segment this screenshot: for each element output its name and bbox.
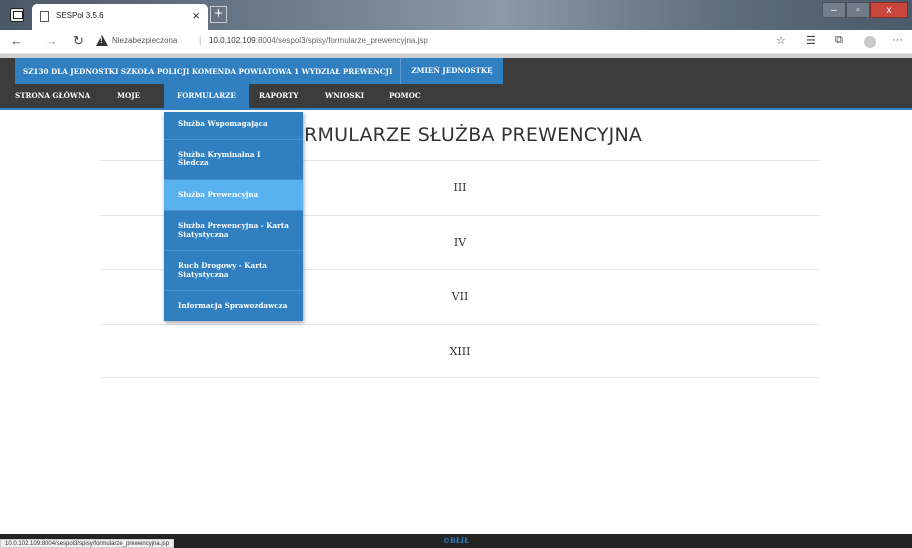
refresh-icon[interactable]: ↻ [73, 33, 84, 49]
new-tab-button[interactable]: + [210, 6, 227, 23]
browser-titlebar: SESPol 3.5.6 × + – ▫ x [0, 0, 912, 30]
address-bar: ← → ↻ Niezabezpieczona | 10.0.102.109:80… [0, 30, 912, 54]
favorites-icon[interactable]: ☰ [806, 34, 816, 47]
security-label[interactable]: Niezabezpieczona [112, 36, 177, 45]
read-aloud-icon[interactable]: ☆ [776, 34, 786, 47]
window-icon[interactable] [10, 8, 24, 22]
window-controls: – ▫ x [822, 2, 908, 18]
more-icon[interactable]: ··· [892, 34, 903, 46]
forward-arrow-icon[interactable]: → [45, 33, 58, 48]
profile-avatar[interactable] [864, 36, 876, 48]
tab-title: SESPol 3.5.6 [56, 11, 104, 20]
browser-tab[interactable]: SESPol 3.5.6 × [32, 4, 208, 30]
collections-icon[interactable]: ⧉ [835, 34, 843, 47]
unit-box: SZ130 DLA JEDNOSTKI SZKOŁA POLICJI KOMEN… [15, 58, 503, 84]
nav-item-help[interactable]: POMOC [389, 84, 421, 108]
dropdown-item-support-service[interactable]: Służba Wspomagająca [164, 112, 303, 140]
dropdown-item-prevention-stat-card[interactable]: Służba Prewencyjna - Karta Statystyczna [164, 211, 303, 251]
url-host: 10.0.102.109 [209, 36, 256, 45]
tab-close-icon[interactable]: × [192, 8, 200, 23]
warning-icon[interactable] [96, 35, 108, 46]
dropdown-item-report-info[interactable]: Informacja Sprawozdawcza [164, 291, 303, 321]
list-item[interactable]: XIII [100, 323, 820, 378]
unit-name: SZ130 DLA JEDNOSTKI SZKOŁA POLICJI KOMEN… [23, 66, 393, 76]
main-nav: STRONA GŁÓWNA MOJE FORMULARZE RAPORTY WN… [0, 84, 912, 110]
url-input[interactable]: 10.0.102.109:8004/sespol3/spisy/formular… [209, 36, 428, 45]
page-icon [40, 11, 49, 22]
address-separator: | [199, 35, 202, 45]
unit-bar: SZ130 DLA JEDNOSTKI SZKOŁA POLICJI KOMEN… [0, 58, 912, 84]
maximize-button[interactable]: ▫ [846, 2, 870, 18]
nav-item-home[interactable]: STRONA GŁÓWNA [15, 84, 90, 108]
nav-item-my[interactable]: MOJE [117, 84, 140, 108]
nav-item-reports[interactable]: RAPORTY [259, 84, 299, 108]
dropdown-item-prevention-service[interactable]: Służba Prewencyjna [164, 179, 303, 211]
back-arrow-icon[interactable]: ← [10, 33, 23, 48]
close-window-button[interactable]: x [870, 2, 908, 18]
dropdown-item-criminal-service[interactable]: Służba Kryminalna I Śledcza [164, 140, 303, 180]
minimize-button[interactable]: – [822, 2, 846, 18]
nav-item-requests[interactable]: WNIOSKI [325, 84, 364, 108]
dropdown-item-traffic-stat-card[interactable]: Ruch Drogowy - Karta Statystyczna [164, 251, 303, 291]
change-unit-button[interactable]: ZMIEŃ JEDNOSTKĘ [400, 58, 502, 84]
nav-item-forms[interactable]: FORMULARZE [164, 84, 249, 108]
url-path: :8004/sespol3/spisy/formularze_prewencyj… [255, 36, 428, 45]
forms-dropdown: Służba Wspomagająca Służba Kryminalna I … [164, 112, 303, 321]
status-url: 10.0.102.109:8004/sespol3/spisy/formular… [0, 539, 175, 548]
